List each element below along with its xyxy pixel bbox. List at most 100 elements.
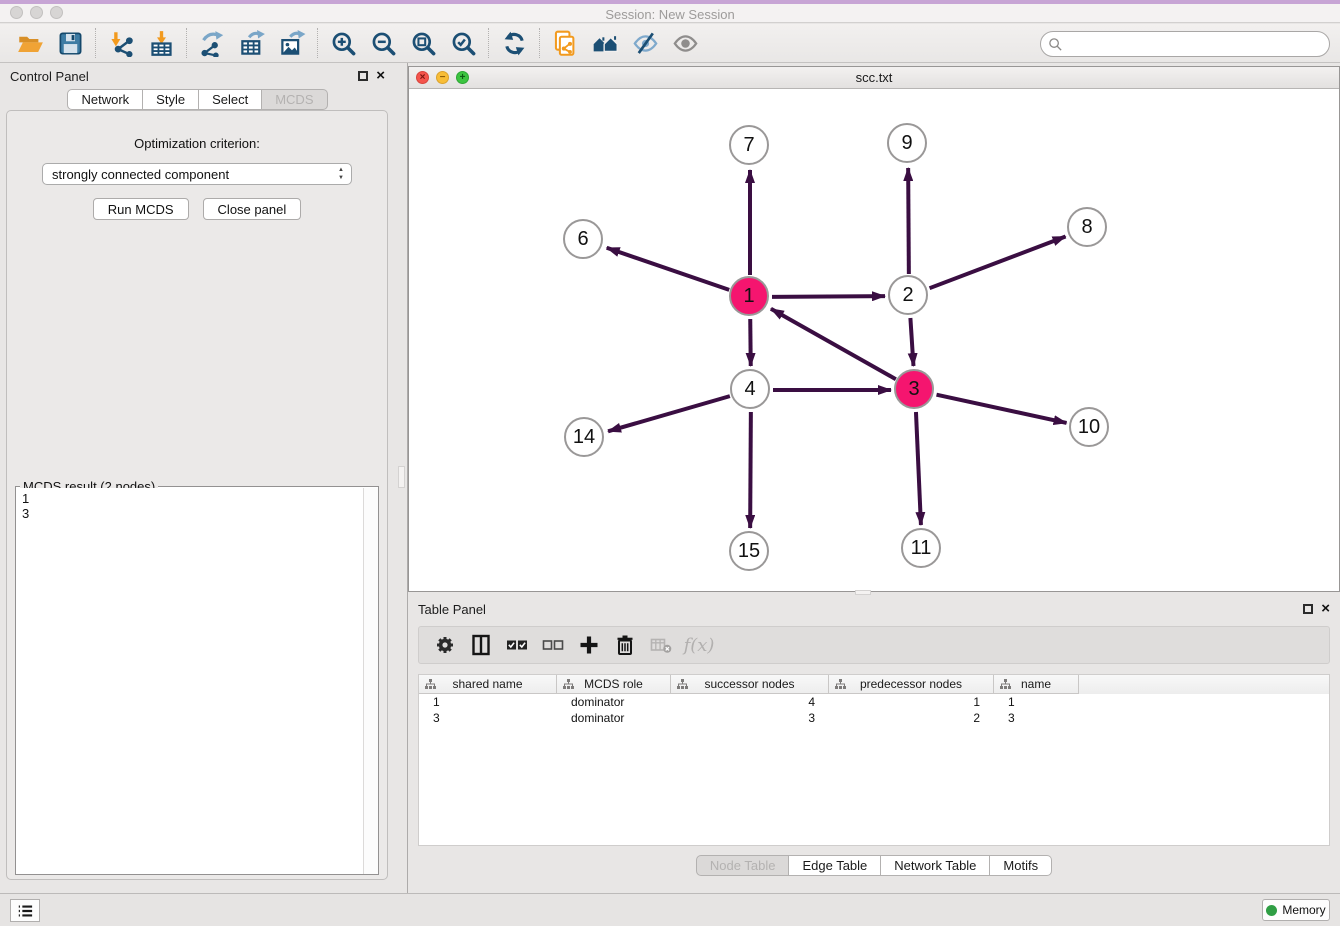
float-panel-button[interactable] [358,71,368,81]
open-session-button[interactable] [10,26,50,60]
splitter-grip[interactable] [855,590,871,595]
tab-edge-table[interactable]: Edge Table [789,855,881,876]
import-network-button[interactable] [101,26,141,60]
float-table-panel-button[interactable] [1303,604,1313,614]
result-scrollbar[interactable] [363,488,378,874]
tab-motifs[interactable]: Motifs [990,855,1052,876]
graph-edge-2-9[interactable] [908,168,909,274]
graph-edge-2-8[interactable] [930,237,1066,289]
task-history-button[interactable] [10,899,40,922]
table-cell[interactable]: dominator [557,694,671,710]
graph-node-6[interactable]: 6 [563,219,603,259]
table-row[interactable]: 1dominator411 [419,694,1329,710]
graph-edge-1-2[interactable] [772,296,885,297]
zoom-out-button[interactable] [363,26,403,60]
delete-columns-button[interactable] [607,630,643,660]
memory-button[interactable]: Memory [1262,899,1330,921]
graph-node-10[interactable]: 10 [1069,407,1109,447]
table-cell[interactable]: 1 [994,694,1079,710]
column-header-shared-name[interactable]: shared name [419,675,557,694]
copy-network-icon [552,30,579,57]
run-mcds-button[interactable]: Run MCDS [93,198,189,220]
table-cell[interactable]: 1 [419,694,557,710]
tab-network-table[interactable]: Network Table [881,855,990,876]
table-cell[interactable]: 3 [419,710,557,726]
unselect-all-columns-button[interactable] [535,630,571,660]
delete-table-icon [649,633,673,657]
graph-edge-2-3[interactable] [910,318,913,366]
zoom-in-button[interactable] [323,26,363,60]
graph-node-8[interactable]: 8 [1067,207,1107,247]
tab-network[interactable]: Network [67,89,143,110]
graph-node-4[interactable]: 4 [730,369,770,409]
vertical-splitter[interactable] [395,63,408,893]
tab-node-table[interactable]: Node Table [696,855,790,876]
graph-edges [409,89,1339,591]
table-cell[interactable]: 4 [671,694,829,710]
refresh-layout-icon [501,30,528,57]
select-all-columns-button[interactable] [499,630,535,660]
save-session-button[interactable] [50,26,90,60]
column-header-predecessor-nodes[interactable]: predecessor nodes [829,675,994,694]
search-input[interactable] [1063,34,1329,54]
column-header-MCDS-role[interactable]: MCDS role [557,675,671,694]
export-table-button[interactable] [232,26,272,60]
graph-node-1[interactable]: 1 [729,276,769,316]
table-cell[interactable]: 3 [994,710,1079,726]
column-type-icon [835,679,846,690]
show-all-button[interactable] [665,26,705,60]
graph-node-14[interactable]: 14 [564,417,604,457]
graph-node-15[interactable]: 15 [729,531,769,571]
graph-edge-4-15[interactable] [750,412,751,528]
splitter-grip[interactable] [398,466,405,488]
table-cell[interactable]: 2 [829,710,994,726]
optimization-criterion-select[interactable]: strongly connected component ▲▼ [42,163,352,185]
toolbar-separator [186,28,187,58]
zoom-selected-button[interactable] [443,26,483,60]
new-network-from-selection-button[interactable] [545,26,585,60]
network-canvas[interactable]: 7 9 6 8 1 2 4 3 14 10 15 11 [409,89,1339,591]
network-window-titlebar[interactable]: × − + scc.txt [409,67,1339,89]
import-table-button[interactable] [141,26,181,60]
table-cell[interactable]: 1 [829,694,994,710]
mcds-result-text[interactable]: 1 3 [16,488,363,874]
table-row[interactable]: 3dominator323 [419,710,1329,726]
column-header-successor-nodes[interactable]: successor nodes [671,675,829,694]
graph-node-3[interactable]: 3 [894,369,934,409]
tab-select[interactable]: Select [199,89,262,110]
show-columns-button[interactable] [463,630,499,660]
graph-node-9[interactable]: 9 [887,123,927,163]
graph-edge-3-1[interactable] [771,309,896,379]
graph-node-11[interactable]: 11 [901,528,941,568]
graph-edge-3-10[interactable] [936,395,1066,423]
close-table-panel-button[interactable]: × [1321,604,1330,614]
eye-icon [672,30,699,57]
hide-selected-button[interactable] [625,26,665,60]
tab-style[interactable]: Style [143,89,199,110]
close-panel-button[interactable]: × [376,71,385,81]
function-builder-button[interactable]: f(x) [679,630,715,660]
zoom-fit-button[interactable] [403,26,443,60]
table-options-button[interactable] [427,630,463,660]
close-panel-button[interactable]: Close panel [203,198,302,220]
delete-table-button[interactable] [643,630,679,660]
search-field[interactable] [1040,31,1330,57]
column-header-name[interactable]: name [994,675,1079,694]
app-titlebar: Session: New Session [0,4,1340,23]
tab-mcds[interactable]: MCDS [262,89,327,110]
column-type-icon [1000,679,1011,690]
first-neighbors-button[interactable] [585,26,625,60]
search-icon [1048,37,1063,52]
create-column-button[interactable] [571,630,607,660]
graph-edge-1-6[interactable] [607,248,729,290]
graph-edge-1-4[interactable] [750,319,751,366]
apply-layout-button[interactable] [494,26,534,60]
graph-node-2[interactable]: 2 [888,275,928,315]
export-image-button[interactable] [272,26,312,60]
export-network-button[interactable] [192,26,232,60]
table-cell[interactable]: dominator [557,710,671,726]
graph-edge-3-11[interactable] [916,412,921,525]
table-cell[interactable]: 3 [671,710,829,726]
graph-edge-4-14[interactable] [608,396,730,431]
graph-node-7[interactable]: 7 [729,125,769,165]
